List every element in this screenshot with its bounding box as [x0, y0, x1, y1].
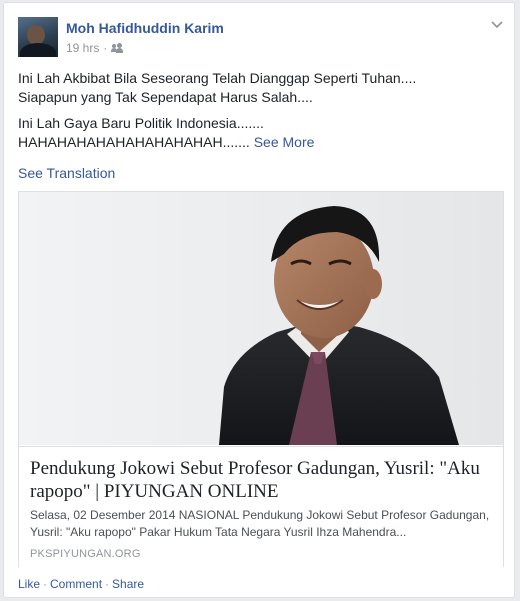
action-separator: ·	[105, 577, 110, 591]
post-timestamp[interactable]: 19 hrs	[66, 41, 99, 55]
link-preview-domain: PKSPIYUNGAN.ORG	[30, 548, 141, 560]
like-button[interactable]: Like	[18, 577, 40, 591]
post-actions: Like · Comment · Share	[18, 577, 144, 591]
post-text-line: HAHAHAHAHAHAHAHAHAHAH.......	[18, 134, 250, 150]
post-text-line: Ini Lah Gaya Baru Politik Indonesia.....…	[18, 115, 264, 131]
friends-icon[interactable]	[111, 43, 124, 53]
post-text-line: Siapapun yang Tak Sependapat Harus Salah…	[18, 89, 313, 105]
post-meta: 19 hrs ·	[66, 41, 124, 55]
see-translation-link[interactable]: See Translation	[18, 165, 115, 181]
author-name[interactable]: Moh Hafidhuddin Karim	[66, 20, 224, 36]
avatar-head	[27, 25, 45, 45]
see-more-link[interactable]: See More	[254, 134, 315, 150]
post-card: Moh Hafidhuddin Karim 19 hrs · Ini Lah A…	[3, 2, 515, 598]
chevron-down-icon[interactable]	[490, 19, 504, 29]
comment-button[interactable]: Comment	[50, 577, 102, 591]
portrait-photo	[19, 192, 503, 445]
share-button[interactable]: Share	[112, 577, 144, 591]
avatar-shoulders	[20, 43, 56, 57]
action-separator: ·	[43, 577, 48, 591]
avatar[interactable]	[18, 17, 58, 57]
post-message: Ini Lah Akbibat Bila Seseorang Telah Dia…	[18, 69, 498, 159]
link-preview-description: Selasa, 02 Desember 2014 NASIONAL Penduk…	[30, 508, 490, 539]
post-text-line: Ini Lah Akbibat Bila Seseorang Telah Dia…	[18, 70, 417, 86]
link-preview-card[interactable]: Pendukung Jokowi Sebut Profesor Gadungan…	[18, 191, 504, 567]
meta-separator: ·	[103, 41, 108, 55]
link-preview-body[interactable]: Pendukung Jokowi Sebut Profesor Gadungan…	[19, 446, 503, 567]
link-preview-title[interactable]: Pendukung Jokowi Sebut Profesor Gadungan…	[30, 457, 492, 503]
link-preview-image[interactable]	[19, 192, 503, 445]
